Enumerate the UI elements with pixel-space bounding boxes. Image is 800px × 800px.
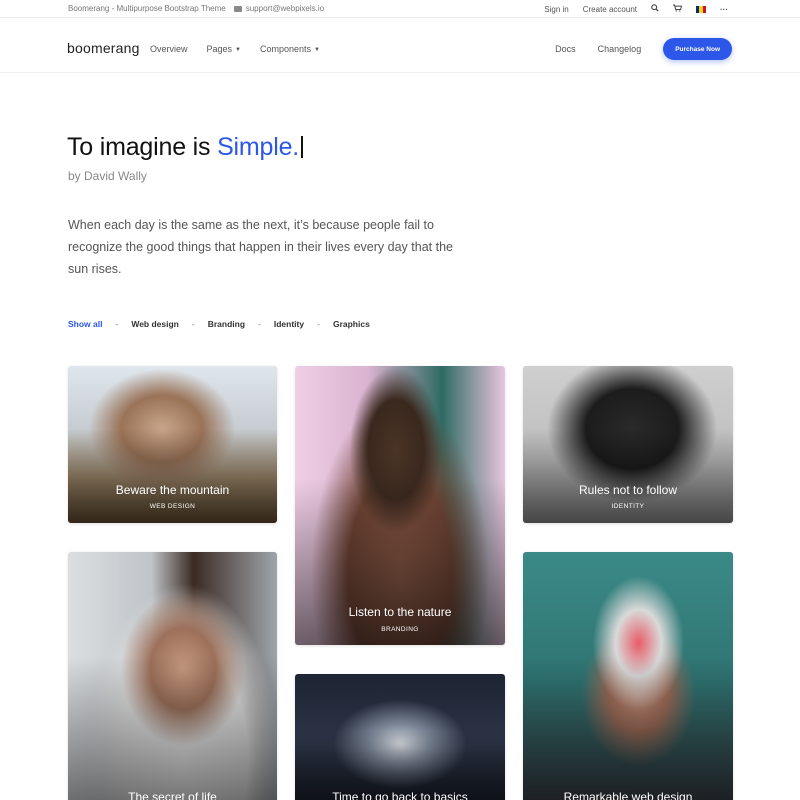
portfolio-filters: Show all - Web design - Branding - Ident… [68, 319, 370, 329]
portfolio-card-rules-not-to-follow[interactable]: Rules not to follow IDENTITY [523, 366, 733, 523]
portfolio-card-time-to-go-back-to-basics[interactable]: Time to go back to basics [295, 674, 505, 800]
site-name: Boomerang - Multipurpose Bootstrap Theme [68, 4, 226, 13]
caret-down-icon: ▼ [235, 47, 241, 53]
cart-icon[interactable] [673, 4, 683, 14]
purchase-now-button[interactable]: Purchase Now [663, 38, 732, 60]
portfolio-card-beware-the-mountain[interactable]: Beware the mountain WEB DESIGN [68, 366, 277, 523]
more-menu-icon[interactable]: ··· [720, 5, 728, 14]
filter-show-all[interactable]: Show all [68, 319, 102, 329]
brand-logo[interactable]: boomerang [67, 40, 140, 56]
top-utility-bar: Boomerang - Multipurpose Bootstrap Theme… [0, 0, 800, 18]
create-account-link[interactable]: Create account [583, 5, 637, 14]
nav-overview[interactable]: Overview [150, 44, 188, 54]
card-title: Listen to the nature [348, 605, 452, 619]
language-flag-icon[interactable] [696, 5, 706, 13]
topbar-left: Boomerang - Multipurpose Bootstrap Theme… [68, 4, 324, 13]
support-email-link[interactable]: support@webpixels.io [246, 4, 324, 13]
typing-cursor [301, 136, 304, 158]
filter-graphics[interactable]: Graphics [333, 319, 370, 329]
nav-pages[interactable]: Pages ▼ [207, 44, 241, 54]
card-title: Remarkable web design [563, 790, 693, 800]
main-navbar: boomerang Overview Pages ▼ Components ▼ Do… [0, 23, 800, 73]
card-category: IDENTITY [611, 503, 645, 510]
nav-right: Docs Changelog Purchase Now [555, 38, 732, 60]
nav-docs[interactable]: Docs [555, 44, 576, 54]
card-category: BRANDING [381, 626, 419, 633]
sign-in-link[interactable]: Sign in [544, 5, 568, 14]
hero-title-prefix: To imagine is [67, 133, 211, 161]
portfolio-card-listen-to-the-nature[interactable]: Listen to the nature BRANDING [295, 366, 505, 645]
caret-down-icon: ▼ [314, 47, 320, 53]
envelope-icon [233, 5, 242, 12]
card-title: The secret of life [128, 790, 217, 800]
portfolio-card-remarkable-web-design[interactable]: Remarkable web design [523, 552, 733, 800]
card-title: Time to go back to basics [332, 790, 468, 800]
search-icon[interactable] [651, 4, 659, 14]
filter-branding[interactable]: Branding [208, 319, 245, 329]
card-category: WEB DESIGN [149, 503, 196, 510]
hero-byline: by David Wally [68, 169, 147, 183]
hero-title-accent: Simple. [217, 133, 300, 161]
hero-description: When each day is the same as the next, i… [68, 218, 453, 276]
nav-components[interactable]: Components ▼ [260, 44, 320, 54]
hero-title: To imagine is Simple. [67, 133, 304, 162]
topbar-right: Sign in Create account ··· [544, 4, 728, 14]
card-title: Beware the mountain [115, 483, 230, 497]
nav-changelog[interactable]: Changelog [598, 44, 642, 54]
filter-identity[interactable]: Identity [274, 319, 304, 329]
filter-web-design[interactable]: Web design [131, 319, 179, 329]
card-title: Rules not to follow [578, 483, 678, 497]
nav-links: Overview Pages ▼ Components ▼ [150, 44, 320, 54]
portfolio-card-the-secret-of-life[interactable]: The secret of life [68, 552, 277, 800]
